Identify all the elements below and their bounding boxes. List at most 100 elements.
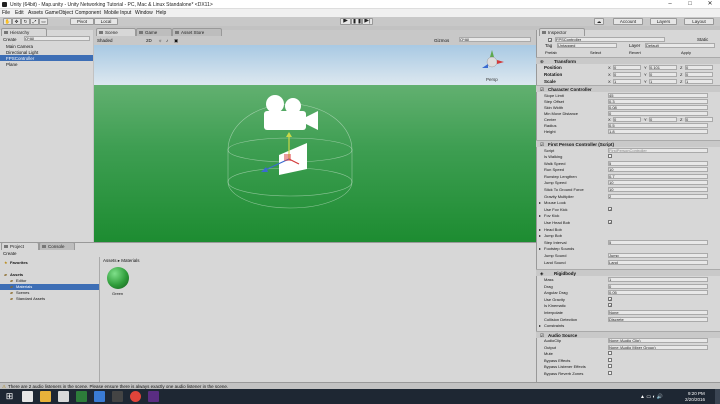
menu-file[interactable]: File [2,10,10,16]
hierarchy-item-fpscontroller[interactable]: FPSController [6,56,34,61]
property-value-field[interactable]: 5 [608,160,708,166]
app-explorer-icon[interactable] [40,391,51,402]
center-x-field[interactable]: 0 [613,117,641,122]
transform-y-field[interactable]: 1 [649,79,677,84]
prefab-revert-button[interactable]: Revert [629,50,641,55]
menu-edit[interactable]: Edit [15,10,24,16]
foldout-arrow-icon[interactable]: ▸ [539,323,541,328]
app-screen-icon[interactable] [94,391,105,402]
property-value-field[interactable]: 0.7 [608,173,708,179]
transform-y-field[interactable]: 0 [649,72,677,77]
foldout-arrow-icon[interactable]: ▸ [539,200,541,205]
property-checkbox[interactable] [608,154,612,158]
clock-date[interactable]: 2/20/2016 [685,397,705,402]
minimize-icon[interactable]: – [660,0,680,9]
scene-effects-icon[interactable]: ▣ [174,38,178,44]
property-value-field[interactable]: Discrete [608,316,708,322]
property-value-field[interactable]: 45 [608,93,708,98]
menu-gameobject[interactable]: GameObject [45,10,73,16]
property-value-field[interactable]: None (Audio Clip) [608,338,708,343]
app-chrome-icon[interactable] [130,391,141,402]
foldout-arrow-icon[interactable]: ▸ [539,246,541,251]
foldout-arrow-icon[interactable]: ▸ [539,213,541,218]
menu-window[interactable]: Window [135,10,153,16]
scene-lighting-icon[interactable]: ☼ [158,38,162,43]
tag-dropdown[interactable]: Untagged [557,43,617,48]
hierarchy-item-main-camera[interactable]: Main Camera [6,44,33,49]
clock-time[interactable]: 9:20 PM [688,391,705,396]
pause-button-icon[interactable]: ❚❚ [351,18,362,25]
layers-dropdown[interactable]: Layers [650,18,677,25]
material-green-label[interactable]: Green [112,291,123,296]
property-value-field[interactable]: None [608,310,708,315]
app-excel-icon[interactable] [76,391,87,402]
rigidbody-header[interactable]: ◈ Rigidbody [536,269,720,276]
project-tree-item[interactable]: Assets [10,272,23,277]
property-checkbox[interactable]: ✓ [608,206,612,211]
show-desktop-button[interactable] [715,389,720,404]
mode-2d-toggle[interactable]: 2D [146,38,152,43]
menu-mobile-input[interactable]: Mobile Input [104,10,131,16]
center-y-field[interactable]: 0 [649,117,677,122]
audio-source-header[interactable]: ☑ Audio Source [536,331,720,338]
hand-tool-icon[interactable]: ✋ [3,18,12,25]
character-controller-header[interactable]: ☑ Character Controller [536,85,720,92]
property-value-field[interactable]: 0.05 [608,290,708,296]
tab-inspector[interactable]: Inspector [539,28,585,36]
transform-x-field[interactable]: 1 [613,79,641,84]
prefab-select-button[interactable]: Select [590,50,601,55]
property-checkbox[interactable] [608,351,612,356]
transform-x-field[interactable]: 0 [613,72,641,77]
app-visual-studio-icon[interactable] [148,391,159,402]
script-reference-field[interactable]: FirstPersonController [608,148,708,153]
layer-dropdown[interactable]: Default [645,43,715,48]
close-icon[interactable]: ✕ [700,0,720,9]
cloud-icon[interactable]: ☁ [594,18,604,25]
property-value-field[interactable]: 10 [608,167,708,173]
transform-y-field[interactable]: 0.101 [649,65,677,70]
project-tree-item[interactable]: Favorites [10,260,28,265]
tab-asset-store[interactable]: Asset Store [172,28,222,36]
transform-x-field[interactable]: 0 [613,65,641,70]
scene-audio-icon[interactable]: ♪ [166,38,168,43]
property-value-field[interactable]: 5 [608,239,708,245]
app-ie-icon[interactable] [22,391,33,402]
property-value-field[interactable]: 0.08 [608,105,708,110]
project-tree-item[interactable]: Materials [16,284,32,289]
project-tree-item[interactable]: Scenes [16,290,29,295]
property-checkbox[interactable]: ✓ [608,220,612,225]
account-dropdown[interactable]: Account [613,18,643,25]
property-value-field[interactable]: 0 [608,111,708,116]
property-value-field[interactable]: 0.3 [608,99,708,104]
transform-z-field[interactable]: 0 [685,65,713,70]
property-checkbox[interactable]: ✓ [608,296,612,301]
shading-mode-dropdown[interactable]: Shaded [97,38,113,43]
layout-dropdown[interactable]: Layout [684,18,714,25]
hierarchy-item-plane[interactable]: Plane [6,62,18,67]
hierarchy-search-input[interactable]: Q*All [24,36,90,41]
property-value-field[interactable]: 1 [608,277,708,282]
property-value-field[interactable]: None (Audio Mixer Group) [608,344,708,350]
scale-tool-icon[interactable]: ⤢ [30,18,39,25]
material-green-thumbnail[interactable] [107,267,129,289]
property-checkbox[interactable]: ✓ [608,303,612,308]
property-value-field[interactable]: 10 [608,187,708,192]
foldout-arrow-icon[interactable]: ▸ [539,233,541,238]
menu-help[interactable]: Help [156,10,166,16]
hierarchy-create-button[interactable]: Create [3,37,17,42]
app-unity-icon[interactable] [112,391,123,402]
prefab-apply-button[interactable]: Apply [681,50,691,55]
property-value-field[interactable]: 1.8 [608,129,708,134]
property-value-field[interactable]: 2 [608,193,708,199]
project-create-button[interactable]: Create [3,251,17,256]
scene-viewport[interactable]: Persp [94,45,536,242]
property-value-field[interactable]: 0.5 [608,123,708,128]
tab-game[interactable]: Game [136,28,172,36]
object-active-checkbox[interactable]: ✓ [548,38,552,43]
gizmos-dropdown[interactable]: Gizmos [434,38,449,43]
tab-scene[interactable]: Scene [96,28,136,36]
tab-project[interactable]: Project [1,242,39,250]
project-tree-item[interactable]: Editor [16,278,26,283]
maximize-icon[interactable]: □ [680,0,700,9]
windows-start-icon[interactable]: ⊞ [4,391,15,402]
